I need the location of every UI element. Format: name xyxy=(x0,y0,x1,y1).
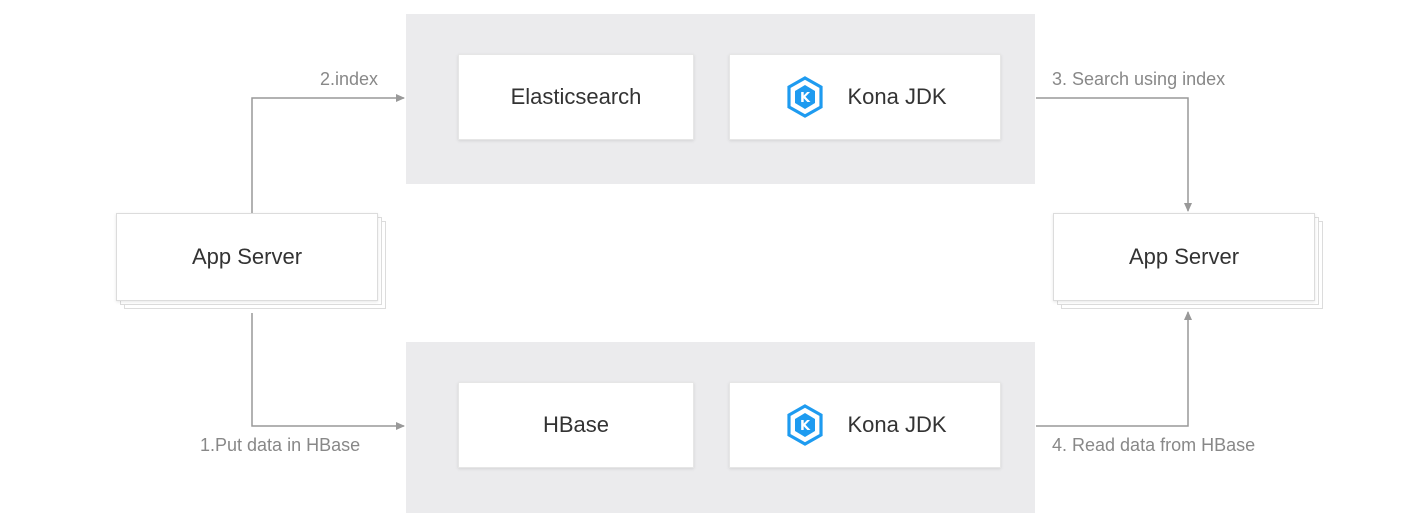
arrow-read xyxy=(1036,311,1192,427)
label-index: 2.index xyxy=(320,69,379,89)
arrow-put xyxy=(251,313,405,430)
label-search: 3. Search using index xyxy=(1052,69,1226,89)
label-put: 1.Put data in HBase xyxy=(200,435,361,455)
diagram-canvas: Elasticsearch K Kona JDK HBase K Kona JD… xyxy=(0,0,1423,513)
arrow-search xyxy=(1036,97,1192,212)
label-read: 4. Read data from HBase xyxy=(1052,435,1256,455)
arrow-index xyxy=(251,94,405,213)
